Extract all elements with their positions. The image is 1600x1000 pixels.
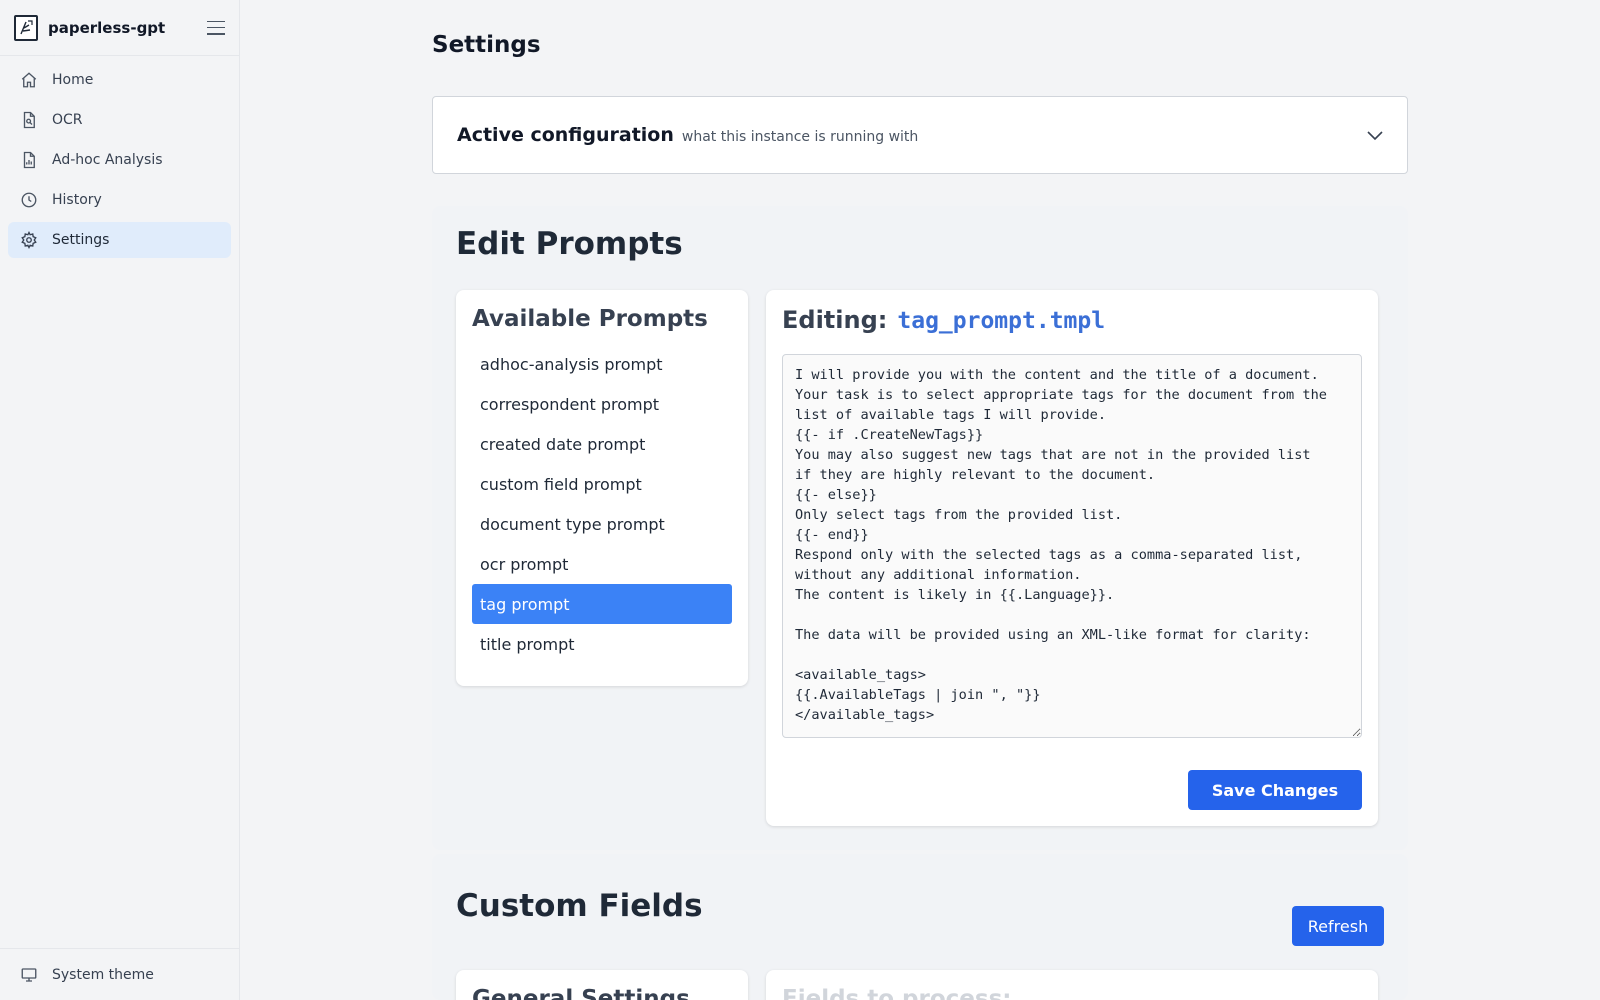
sidebar-item-ocr[interactable]: OCR [8,102,231,138]
prompt-list-item[interactable]: ocr prompt [472,544,732,584]
config-title: Active configuration [457,124,674,146]
theme-label: System theme [52,966,154,983]
gear-icon [20,231,38,249]
prompt-list-item[interactable]: adhoc-analysis prompt [472,344,732,384]
home-icon [20,71,38,89]
editor-label: Editing: [782,306,888,334]
prompt-list-item[interactable]: custom field prompt [472,464,732,504]
sidebar-item-label: Settings [52,232,110,248]
sidebar-nav: Home OCR Ad-hoc Analysis History Setting… [0,62,239,258]
prompt-list-item[interactable]: document type prompt [472,504,732,544]
app-logo-icon [14,14,38,41]
file-search-icon [20,111,38,129]
sidebar-item-settings[interactable]: Settings [8,222,231,258]
theme-toggle[interactable]: System theme [0,948,239,1000]
clock-icon [20,191,38,209]
menu-toggle-icon[interactable] [207,20,225,35]
fields-to-process-panel: Fields to process: [766,970,1378,1000]
editor-heading: Editing: tag_prompt.tmpl [782,306,1362,334]
sidebar-item-label: History [52,192,102,208]
chevron-down-icon[interactable] [1367,126,1383,145]
main-content: Settings Active configuration what this … [240,0,1600,1000]
general-settings-title: General Settings [472,986,690,1000]
sidebar-item-home[interactable]: Home [8,62,231,98]
sidebar-item-label: OCR [52,112,83,128]
section-title: Custom Fields [456,888,703,924]
prompt-list: adhoc-analysis prompt correspondent promp… [472,344,732,664]
prompt-list-item[interactable]: tag prompt [472,584,732,624]
sidebar-item-label: Home [52,72,94,88]
prompt-list-item[interactable]: created date prompt [472,424,732,464]
active-configuration-panel[interactable]: Active configuration what this instance … [432,96,1408,174]
sidebar: paperless-gpt Home OCR Ad-hoc Analysis H… [0,0,240,1000]
available-prompts-panel: Available Prompts adhoc-analysis prompt c… [456,290,748,686]
fields-to-process-title: Fields to process: [782,986,1012,1000]
monitor-icon [20,966,38,984]
edit-prompts-section: Edit Prompts Available Prompts adhoc-ana… [432,206,1408,850]
file-chart-icon [20,151,38,169]
custom-fields-section: Custom Fields Refresh General Settings F… [432,854,1408,1000]
prompt-list-item[interactable]: title prompt [472,624,732,664]
page-title: Settings [432,32,541,58]
save-changes-button[interactable]: Save Changes [1188,770,1362,810]
sidebar-item-adhoc-analysis[interactable]: Ad-hoc Analysis [8,142,231,178]
available-prompts-title: Available Prompts [472,306,708,332]
app-name: paperless-gpt [48,18,166,37]
brand-bar: paperless-gpt [0,0,239,56]
prompt-textarea[interactable]: I will provide you with the content and … [782,354,1362,738]
general-settings-panel: General Settings [456,970,748,1000]
section-title: Edit Prompts [456,226,683,262]
prompt-editor-panel: Editing: tag_prompt.tmpl I will provide … [766,290,1378,826]
refresh-button[interactable]: Refresh [1292,906,1384,946]
sidebar-item-label: Ad-hoc Analysis [52,152,163,168]
config-subtitle: what this instance is running with [681,128,919,145]
sidebar-item-history[interactable]: History [8,182,231,218]
editor-filename: tag_prompt.tmpl [897,308,1106,334]
prompt-list-item[interactable]: correspondent prompt [472,384,732,424]
